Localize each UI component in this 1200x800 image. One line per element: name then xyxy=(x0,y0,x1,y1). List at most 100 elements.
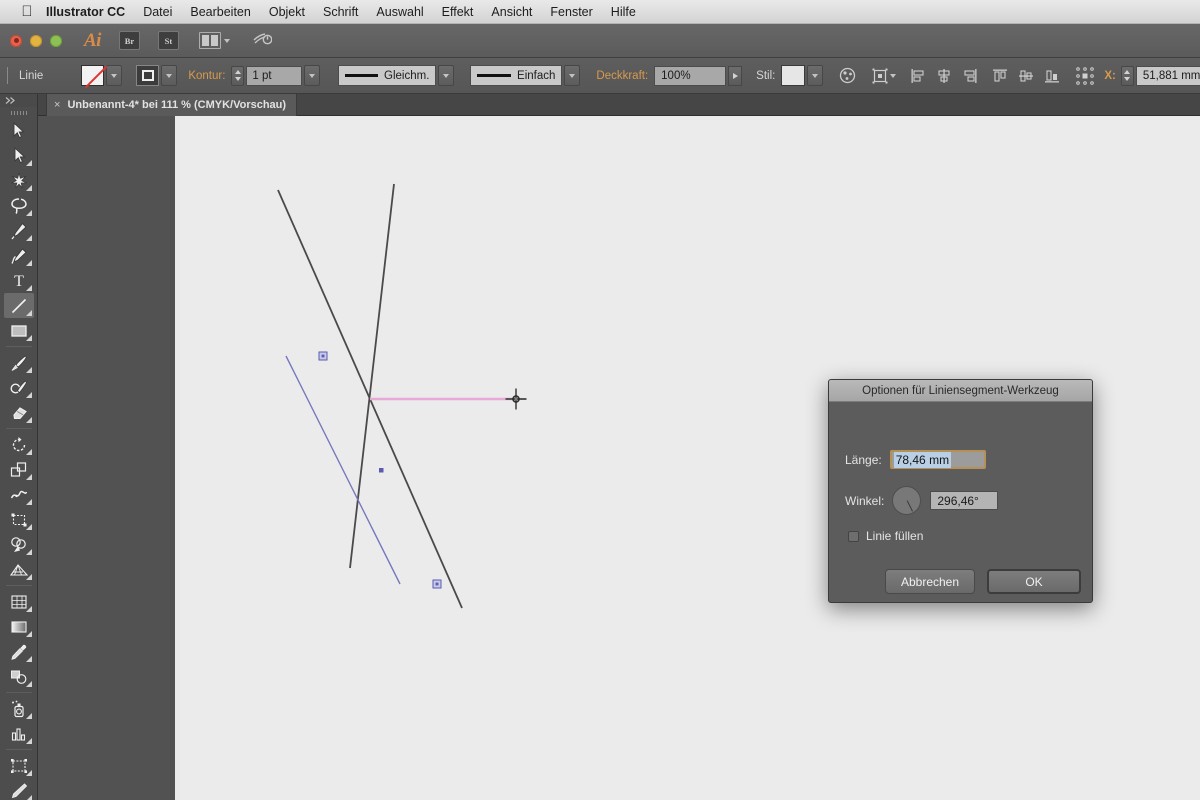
angle-dial[interactable] xyxy=(892,486,922,515)
angle-input[interactable]: 296,46° xyxy=(930,491,999,510)
brush-definition-label: Einfach xyxy=(517,69,556,82)
menu-item-effekt[interactable]: Effekt xyxy=(433,0,483,24)
free-transform-tool[interactable] xyxy=(4,507,34,532)
pen-tool[interactable] xyxy=(4,218,34,243)
x-coordinate-stepper[interactable] xyxy=(1120,65,1134,86)
tools-panel-collapse-button[interactable] xyxy=(0,94,37,107)
transform-reference-point-icon[interactable] xyxy=(1076,65,1095,87)
x-coordinate-field[interactable]: 51,881 mm xyxy=(1135,65,1200,86)
symbol-sprayer-tool[interactable] xyxy=(4,696,34,721)
lasso-tool[interactable] xyxy=(4,193,34,218)
line-segment-tool[interactable] xyxy=(3,293,34,318)
align-selection-icon[interactable] xyxy=(872,65,888,87)
menu-item-objekt[interactable]: Objekt xyxy=(260,0,314,24)
menu-item-hilfe[interactable]: Hilfe xyxy=(602,0,645,24)
fill-line-row[interactable]: Linie füllen xyxy=(848,529,923,543)
zoom-window-button[interactable] xyxy=(50,34,62,47)
slice-tool[interactable] xyxy=(4,778,34,800)
type-tool[interactable]: T xyxy=(4,268,34,293)
align-center-vertical-icon[interactable] xyxy=(1018,65,1034,87)
stock-button[interactable]: St xyxy=(157,31,179,50)
fill-control[interactable] xyxy=(81,65,123,86)
shape-builder-tool[interactable] xyxy=(4,532,34,557)
blob-brush-tool[interactable] xyxy=(4,375,34,400)
control-bar-grip[interactable] xyxy=(7,67,8,84)
gradient-tool[interactable] xyxy=(4,614,34,639)
tools-divider xyxy=(5,749,32,750)
width-tool[interactable] xyxy=(4,482,34,507)
column-graph-tool[interactable] xyxy=(4,721,34,746)
tools-panel-grip[interactable] xyxy=(0,107,37,118)
menu-item-ansicht[interactable]: Ansicht xyxy=(482,0,541,24)
stroke-weight-field[interactable]: 1 pt xyxy=(246,65,303,86)
document-tab[interactable]: × Unbenannt-4* bei 111 % (CMYK/Vorschau) xyxy=(46,94,298,116)
perspective-grid-tool[interactable] xyxy=(4,557,34,582)
svg-text:T: T xyxy=(14,273,24,289)
close-icon[interactable]: × xyxy=(54,99,60,111)
control-bar: Linie Kontur: 1 pt Gleichm. Einfach Deck… xyxy=(0,58,1200,94)
menu-app-name[interactable]: Illustrator CC xyxy=(40,0,134,24)
rectangle-tool[interactable] xyxy=(4,318,34,343)
menu-bar:  Illustrator CC Datei Bearbeiten Objekt… xyxy=(0,0,1200,24)
menu-item-schrift[interactable]: Schrift xyxy=(314,0,367,24)
graphic-style-swatch[interactable] xyxy=(781,65,806,86)
window-controls xyxy=(10,34,62,47)
stroke-profile-dropdown-button[interactable] xyxy=(438,65,455,86)
stroke-profile-label: Gleichm. xyxy=(384,69,430,82)
stroke-profile-combo[interactable]: Gleichm. xyxy=(338,65,437,86)
align-top-icon[interactable] xyxy=(992,65,1008,87)
align-center-horizontal-icon[interactable] xyxy=(936,65,952,87)
length-input[interactable]: 78,46 mm xyxy=(889,450,986,469)
recolor-artwork-icon[interactable] xyxy=(839,65,856,87)
stroke-weight-dropdown-button[interactable] xyxy=(304,65,321,86)
arrange-documents-button[interactable] xyxy=(198,32,230,49)
chevron-down-icon xyxy=(223,38,230,43)
rotate-tool[interactable] xyxy=(4,432,34,457)
menu-item-bearbeiten[interactable]: Bearbeiten xyxy=(181,0,259,24)
blend-tool[interactable] xyxy=(4,664,34,689)
ok-button[interactable]: OK xyxy=(987,569,1081,594)
curvature-tool[interactable] xyxy=(4,243,34,268)
direct-selection-tool[interactable] xyxy=(4,143,34,168)
magic-wand-tool[interactable] xyxy=(4,168,34,193)
stroke-weight-stepper[interactable] xyxy=(231,65,245,86)
menu-item-auswahl[interactable]: Auswahl xyxy=(367,0,432,24)
dialog-buttons: Abbrechen OK xyxy=(885,569,1081,594)
brush-definition-combo[interactable]: Einfach xyxy=(470,65,563,86)
anchor-point-top xyxy=(318,351,328,361)
align-options-chevron-down-icon[interactable] xyxy=(890,73,897,78)
stroke-dropdown-button[interactable] xyxy=(161,65,178,86)
fill-none-swatch[interactable] xyxy=(81,65,105,86)
mesh-tool[interactable] xyxy=(4,589,34,614)
graphic-style-dropdown-button[interactable] xyxy=(807,65,824,86)
sync-settings-icon[interactable] xyxy=(252,29,273,52)
minimize-window-button[interactable] xyxy=(30,34,42,47)
menu-item-fenster[interactable]: Fenster xyxy=(541,0,601,24)
cancel-button[interactable]: Abbrechen xyxy=(885,569,975,594)
fill-dropdown-button[interactable] xyxy=(106,65,123,86)
align-left-icon[interactable] xyxy=(910,65,926,87)
anchor-point-bottom xyxy=(432,579,442,589)
paintbrush-tool[interactable] xyxy=(4,350,34,375)
align-bottom-icon[interactable] xyxy=(1044,65,1060,87)
scale-tool[interactable] xyxy=(4,457,34,482)
opacity-dropdown-button[interactable] xyxy=(728,65,743,86)
eraser-tool[interactable] xyxy=(4,400,34,425)
eyedropper-tool[interactable] xyxy=(4,639,34,664)
brush-definition-dropdown-button[interactable] xyxy=(564,65,581,86)
illustrator-window:  Illustrator CC Datei Bearbeiten Objekt… xyxy=(0,0,1200,800)
fill-line-checkbox[interactable] xyxy=(848,530,859,542)
close-window-button[interactable] xyxy=(10,34,22,47)
apple-logo-icon[interactable]:  xyxy=(14,4,40,19)
stroke-control[interactable] xyxy=(136,65,178,86)
menu-item-datei[interactable]: Datei xyxy=(134,0,181,24)
stroke-color-swatch[interactable] xyxy=(136,65,160,86)
bridge-button[interactable]: Br xyxy=(118,31,140,50)
dialog-body: Länge: 78,46 mm Winkel: 296,46° Linie fü… xyxy=(829,402,1092,603)
document-tab-label: Unbenannt-4* bei 111 % (CMYK/Vorschau) xyxy=(67,99,287,111)
selection-tool[interactable] xyxy=(4,118,34,143)
opacity-field[interactable]: 100% xyxy=(654,65,727,86)
artboard-tool[interactable] xyxy=(4,753,34,778)
x-coordinate-label: X: xyxy=(1104,69,1116,82)
align-right-icon[interactable] xyxy=(962,65,978,87)
